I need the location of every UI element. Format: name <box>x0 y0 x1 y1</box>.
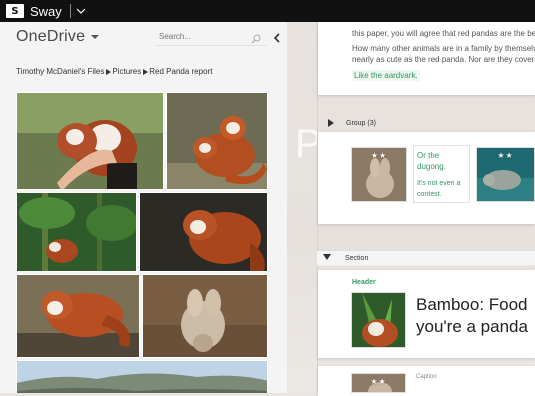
caret-down-icon[interactable] <box>91 32 101 42</box>
star-rating: ★★ <box>497 151 514 160</box>
card-green-text: Like the aardvark. <box>352 70 420 81</box>
card-green-text: Or the dugong. <box>417 151 446 171</box>
section-heading[interactable]: Bamboo: Food you're a panda <box>416 294 528 338</box>
chevron-right-icon <box>104 68 112 75</box>
app-top-bar: S Sway <box>0 0 535 22</box>
breadcrumb-item-pictures[interactable]: Pictures <box>112 67 141 76</box>
divider <box>69 4 71 18</box>
section-header[interactable]: Section <box>317 250 535 266</box>
logo-letter: S <box>11 5 19 17</box>
photo-thumbnail[interactable] <box>16 360 268 393</box>
star-rating: ★★ <box>370 377 387 386</box>
text-card[interactable]: Or the dugong. It's not even a contest. <box>413 145 470 203</box>
photo-thumbnail[interactable] <box>139 192 268 272</box>
breadcrumb-item-files[interactable]: Timothy McDaniel's Files <box>16 67 104 76</box>
collapse-panel-icon[interactable] <box>272 31 284 43</box>
caret-right-icon[interactable] <box>328 119 336 127</box>
card-image[interactable]: ★★ <box>351 147 407 202</box>
heading-line: Bamboo: Food <box>416 295 528 314</box>
card-image[interactable]: ★★ <box>351 373 406 393</box>
caret-down-icon[interactable] <box>323 254 331 262</box>
chevron-right-icon <box>141 68 149 75</box>
card-green-text: It's not even a <box>417 180 461 187</box>
group-header[interactable]: Group (3) <box>320 114 535 132</box>
search-box[interactable] <box>155 28 267 46</box>
search-icon[interactable] <box>251 31 263 43</box>
photo-thumbnail[interactable] <box>16 274 140 358</box>
app-title[interactable]: Sway <box>30 4 62 19</box>
sway-logo-icon[interactable]: S <box>6 4 24 18</box>
breadcrumb-item-current[interactable]: Red Panda report <box>149 67 212 76</box>
photo-thumbnail[interactable] <box>16 92 164 190</box>
group-label: Group (3) <box>346 119 376 127</box>
text-card[interactable]: this paper, you will agree that red pand… <box>318 22 535 95</box>
photo-thumbnail[interactable] <box>142 274 268 358</box>
panel-header: OneDrive <box>0 22 287 52</box>
photo-thumbnail[interactable] <box>16 192 137 272</box>
card-image[interactable] <box>351 292 406 348</box>
star-rating: ★★ <box>370 151 388 160</box>
section-label: Section <box>345 254 369 262</box>
search-input[interactable] <box>155 32 251 41</box>
card-green-text: contest. <box>417 191 442 198</box>
heading-line: you're a panda <box>416 317 528 336</box>
card-text-line: this paper, you will agree that red pand… <box>352 29 535 38</box>
header-label: Header <box>352 279 376 286</box>
breadcrumb: Timothy McDaniel's Files Pictures Red Pa… <box>16 67 212 76</box>
card-image[interactable]: ★★ <box>476 147 535 202</box>
caption-label: Caption <box>416 374 437 380</box>
onedrive-panel: OneDrive Timothy McDaniel's Files Pictur… <box>0 22 287 393</box>
photo-thumbnail[interactable] <box>166 92 268 190</box>
onedrive-title[interactable]: OneDrive <box>16 28 85 46</box>
chevron-down-icon[interactable] <box>75 5 87 17</box>
card-text-line: How many other animals are in a family b… <box>352 44 535 53</box>
card-text-line: nearly as cute as the red panda. Nor are… <box>352 55 535 64</box>
